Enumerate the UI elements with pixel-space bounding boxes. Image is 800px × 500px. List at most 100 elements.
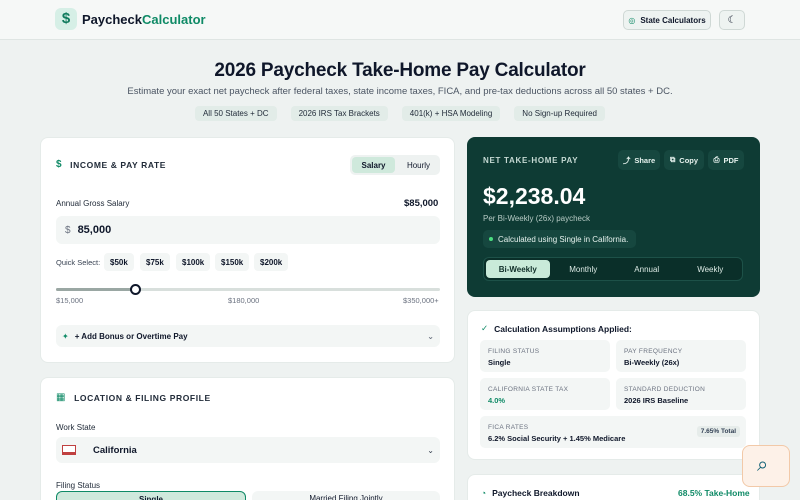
net-title: NET TAKE-HOME PAY xyxy=(483,156,579,165)
breakdown-title: ◔ Paycheck Breakdown xyxy=(481,488,580,498)
document-search-icon: ⌕ xyxy=(757,454,769,476)
pdf-button[interactable]: ⎙ PDF xyxy=(708,150,744,170)
currency-symbol: $ xyxy=(65,224,71,236)
feature-pills: All 50 States + DC 2026 IRS Tax Brackets… xyxy=(0,106,800,121)
filing-status-value: Single xyxy=(488,358,511,367)
brand-accent: Calculator xyxy=(142,12,206,27)
work-state-value: California xyxy=(93,444,137,456)
assumptions-title-text: Calculation Assumptions Applied: xyxy=(494,323,632,334)
slider-fill xyxy=(56,288,136,291)
share-label: Share xyxy=(634,155,656,165)
filing-status-cell: FILING STATUS Single xyxy=(480,340,610,372)
status-dot-icon xyxy=(489,237,493,241)
fica-total-badge: 7.65% Total xyxy=(696,426,740,437)
work-state-label: Work State xyxy=(56,423,96,432)
net-take-home-card: NET TAKE-HOME PAY ⤴ Share ⧉ Copy ⎙ PDF $2,2… xyxy=(467,137,760,297)
filing-option-single[interactable]: Single xyxy=(56,491,246,500)
standard-deduction-key: STANDARD DEDUCTION xyxy=(624,386,706,393)
page-title: 2026 Paycheck Take-Home Pay Calculator xyxy=(214,60,586,81)
calc-note: Calculated using Single in California. xyxy=(498,234,629,244)
map-pin-icon: ◎ xyxy=(628,15,636,25)
state-calculators-label: State Calculators xyxy=(640,15,706,25)
breakdown-title-text: Paycheck Breakdown xyxy=(492,488,580,498)
chevron-down-icon: ⌄ xyxy=(427,331,434,341)
check-circle-icon: ✓ xyxy=(481,323,489,333)
filing-status-label: Filing Status xyxy=(56,481,101,490)
location-card-title: ▦ LOCATION & FILING PROFILE xyxy=(56,392,211,403)
state-tax-cell: CALIFORNIA STATE TAX 4.0% xyxy=(480,378,610,410)
salary-input-value: 85,000 xyxy=(77,224,112,236)
standard-deduction-cell: STANDARD DEDUCTION 2026 IRS Baseline xyxy=(616,378,746,410)
quick-select-75k[interactable]: $75k xyxy=(140,253,170,271)
take-home-percent: 68.5% Take-Home xyxy=(678,488,750,498)
dollar-logo-icon[interactable]: $ xyxy=(55,8,77,30)
frequency-toggle: Bi-Weekly Monthly Annual Weekly xyxy=(483,257,743,281)
copy-button[interactable]: ⧉ Copy xyxy=(664,150,704,170)
slider-thumb[interactable] xyxy=(130,284,141,295)
salary-display: $85,000 xyxy=(404,198,439,209)
moon-icon: ☾ xyxy=(727,14,737,26)
quick-select-50k[interactable]: $50k xyxy=(104,253,134,271)
copy-icon: ⧉ xyxy=(669,155,676,164)
tab-weekly[interactable]: Weekly xyxy=(679,258,743,280)
income-card-title: $ INCOME & PAY RATE xyxy=(56,159,166,170)
assumptions-title: ✓ Calculation Assumptions Applied: xyxy=(481,323,632,334)
share-icon: ⤴ xyxy=(622,155,631,165)
theme-toggle-button[interactable]: ☾ xyxy=(719,10,745,30)
brand-prefix: Paycheck xyxy=(82,12,142,27)
bonus-overtime-toggle[interactable]: ✦ + Add Bonus or Overtime Pay ⌄ xyxy=(56,325,440,347)
net-per-label: Per Bi-Weekly (26x) paycheck xyxy=(483,214,590,223)
help-search-button[interactable]: ⌕ xyxy=(742,445,790,487)
fica-value: 6.2% Social Security + 1.45% Medicare xyxy=(488,434,626,443)
filing-status-options: Single Married Filing Jointly xyxy=(56,491,440,500)
quick-select-100k[interactable]: $100k xyxy=(176,253,211,271)
calc-note-badge: Calculated using Single in California. xyxy=(483,230,637,248)
california-flag-icon xyxy=(62,445,76,455)
printer-icon: ⎙ xyxy=(713,155,720,164)
bonus-label: + Add Bonus or Overtime Pay xyxy=(74,331,188,341)
top-nav: $ PaycheckCalculator ◎ State Calculators… xyxy=(0,0,800,40)
pdf-label: PDF xyxy=(723,155,739,165)
salary-input[interactable]: $ 85,000 xyxy=(56,216,440,244)
pie-chart-icon: ◔ xyxy=(481,488,487,498)
share-button[interactable]: ⤴ Share xyxy=(618,150,660,170)
work-state-select[interactable]: California ⌄ xyxy=(56,437,440,463)
feature-pill: All 50 States + DC xyxy=(194,106,277,121)
salary-label: Annual Gross Salary xyxy=(56,199,130,208)
building-icon: ▦ xyxy=(56,392,67,403)
state-calculators-button[interactable]: ◎ State Calculators xyxy=(623,10,711,30)
pay-type-toggle: Salary Hourly xyxy=(350,155,440,175)
quick-select-200k[interactable]: $200k xyxy=(254,253,289,271)
fica-cell: FICA RATES 6.2% Social Security + 1.45% … xyxy=(480,416,746,448)
pay-frequency-value: Bi-Weekly (26x) xyxy=(624,358,680,367)
standard-deduction-value: 2026 IRS Baseline xyxy=(624,396,689,405)
pay-frequency-key: PAY FREQUENCY xyxy=(624,348,683,355)
tab-annual[interactable]: Annual xyxy=(615,258,679,280)
state-tax-key: CALIFORNIA STATE TAX xyxy=(488,386,569,393)
filing-option-married-jointly[interactable]: Married Filing Jointly xyxy=(252,491,440,500)
sparkle-icon: ✦ xyxy=(62,331,69,341)
quick-select-label: Quick Select: xyxy=(56,258,101,267)
tab-monthly[interactable]: Monthly xyxy=(552,258,616,280)
pay-frequency-cell: PAY FREQUENCY Bi-Weekly (26x) xyxy=(616,340,746,372)
filing-status-key: FILING STATUS xyxy=(488,348,540,355)
feature-pill: No Sign-up Required xyxy=(514,106,606,121)
copy-label: Copy xyxy=(679,155,699,165)
brand-logo[interactable]: PaycheckCalculator xyxy=(82,12,206,27)
chevron-down-icon: ⌄ xyxy=(427,445,434,455)
slider-max-label: $350,000+ xyxy=(403,296,439,305)
fica-key: FICA RATES xyxy=(488,424,529,431)
salary-slider[interactable] xyxy=(56,284,440,295)
slider-min-label: $15,000 xyxy=(56,296,84,305)
tab-hourly[interactable]: Hourly xyxy=(397,155,440,175)
state-tax-value: 4.0% xyxy=(488,396,506,405)
net-amount: $2,238.04 xyxy=(483,183,586,209)
dollar-icon: $ xyxy=(56,159,63,170)
quick-select-150k[interactable]: $150k xyxy=(215,253,250,271)
feature-pill: 401(k) + HSA Modeling xyxy=(401,106,501,121)
feature-pill: 2026 IRS Tax Brackets xyxy=(290,106,388,121)
page-subtitle: Estimate your exact net paycheck after f… xyxy=(127,86,673,97)
tab-salary[interactable]: Salary xyxy=(352,157,395,173)
tab-bi-weekly[interactable]: Bi-Weekly xyxy=(486,260,550,278)
location-title-text: LOCATION & FILING PROFILE xyxy=(74,392,211,403)
